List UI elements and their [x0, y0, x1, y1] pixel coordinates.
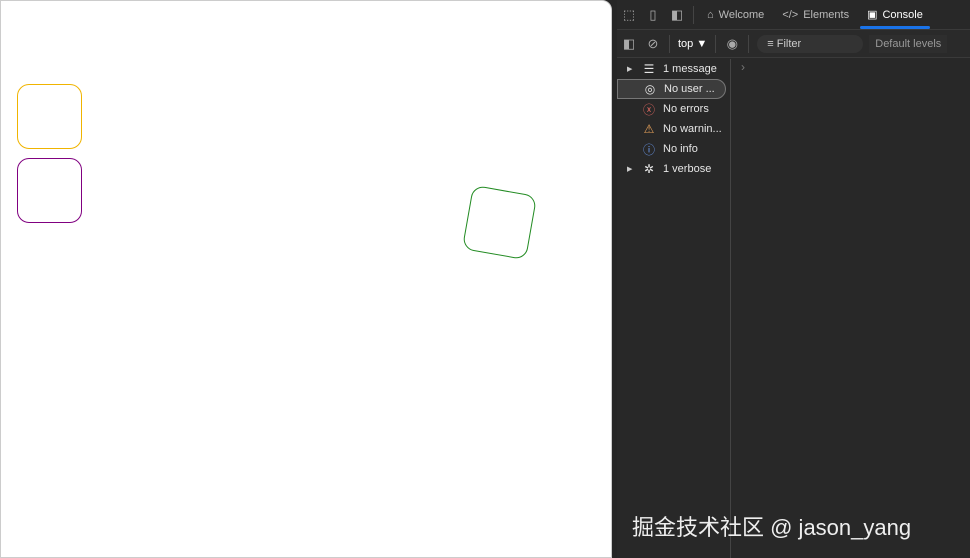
list-icon: ☰ — [643, 62, 655, 76]
browser-page — [0, 0, 612, 558]
sidebar-item-verbose[interactable]: ▶ ✲ 1 verbose — [617, 159, 730, 179]
divider — [669, 34, 670, 53]
sidebar-item-errors[interactable]: ⓧ No errors — [617, 99, 730, 119]
tab-label: Welcome — [718, 8, 765, 21]
levels-dropdown[interactable]: Default levels — [869, 34, 948, 53]
tab-welcome[interactable]: ⌂ Welcome — [698, 0, 773, 30]
divider — [693, 5, 694, 24]
item-label: 1 message — [663, 63, 717, 75]
item-label: No info — [663, 143, 698, 155]
eye-icon[interactable]: ◉ — [720, 36, 744, 52]
home-icon: ⌂ — [707, 8, 714, 21]
dock-icon[interactable]: ◧ — [665, 7, 689, 23]
console-toolbar: ◧ ⊘ top ▼ ◉ ≡ Filter Default levels — [617, 30, 970, 58]
caret-down-icon: ▼ — [696, 37, 708, 50]
sidebar-item-warnings[interactable]: ⚠ No warnin... — [617, 119, 730, 139]
sidebar-toggle-icon[interactable]: ◧ — [617, 36, 641, 52]
context-label: top — [678, 37, 694, 50]
item-label: No warnin... — [663, 123, 722, 135]
sidebar-item-user-messages[interactable]: ◎ No user ... — [617, 79, 726, 99]
tab-console[interactable]: ▣ Console — [858, 0, 932, 30]
tab-label: Console — [882, 8, 923, 21]
watermark: 掘金技术社区 @ jason_yang — [632, 515, 912, 540]
error-icon: ⓧ — [642, 102, 655, 117]
device-toggle-icon[interactable]: ▯ — [641, 7, 665, 23]
tab-label: Elements — [803, 8, 850, 21]
expand-icon[interactable]: ▶ — [627, 165, 635, 173]
devtools-tabbar: ⬚ ▯ ◧ ⌂ Welcome </> Elements ▣ Console — [617, 0, 970, 30]
inspect-icon[interactable]: ⬚ — [617, 7, 641, 23]
filter-icon: ≡ — [767, 37, 774, 50]
sidebar-item-info[interactable]: ⓘ No info — [617, 139, 730, 159]
code-icon: </> — [782, 8, 799, 21]
yellow-box — [17, 84, 82, 149]
console-icon: ▣ — [867, 9, 878, 21]
divider — [748, 34, 750, 53]
expand-icon[interactable]: ▶ — [627, 65, 635, 73]
green-rotated-box — [461, 184, 538, 261]
filter-placeholder: Filter — [776, 37, 802, 50]
divider — [715, 34, 717, 53]
context-select[interactable]: top ▼ — [674, 38, 711, 50]
console-sidebar: ▶ ☰ 1 message ◎ No user ... ⓧ No errors ⚠ No … — [617, 59, 731, 558]
bug-icon: ✲ — [643, 162, 655, 176]
info-icon: ⓘ — [642, 142, 655, 157]
sidebar-item-messages[interactable]: ▶ ☰ 1 message — [617, 59, 730, 79]
purple-box — [17, 158, 82, 223]
user-icon: ◎ — [644, 82, 656, 96]
console-prompt[interactable]: › — [741, 60, 745, 74]
warning-icon: ⚠ — [643, 122, 655, 136]
item-label: No errors — [663, 103, 709, 115]
tab-elements[interactable]: </> Elements — [773, 0, 858, 30]
clear-console-icon[interactable]: ⊘ — [641, 36, 665, 52]
devtools-panel: ⬚ ▯ ◧ ⌂ Welcome </> Elements ▣ Console ◧ ⊘ … — [617, 0, 970, 558]
item-label: 1 verbose — [663, 163, 712, 175]
item-label: No user ... — [664, 83, 715, 95]
filter-input[interactable]: ≡ Filter — [757, 34, 864, 53]
